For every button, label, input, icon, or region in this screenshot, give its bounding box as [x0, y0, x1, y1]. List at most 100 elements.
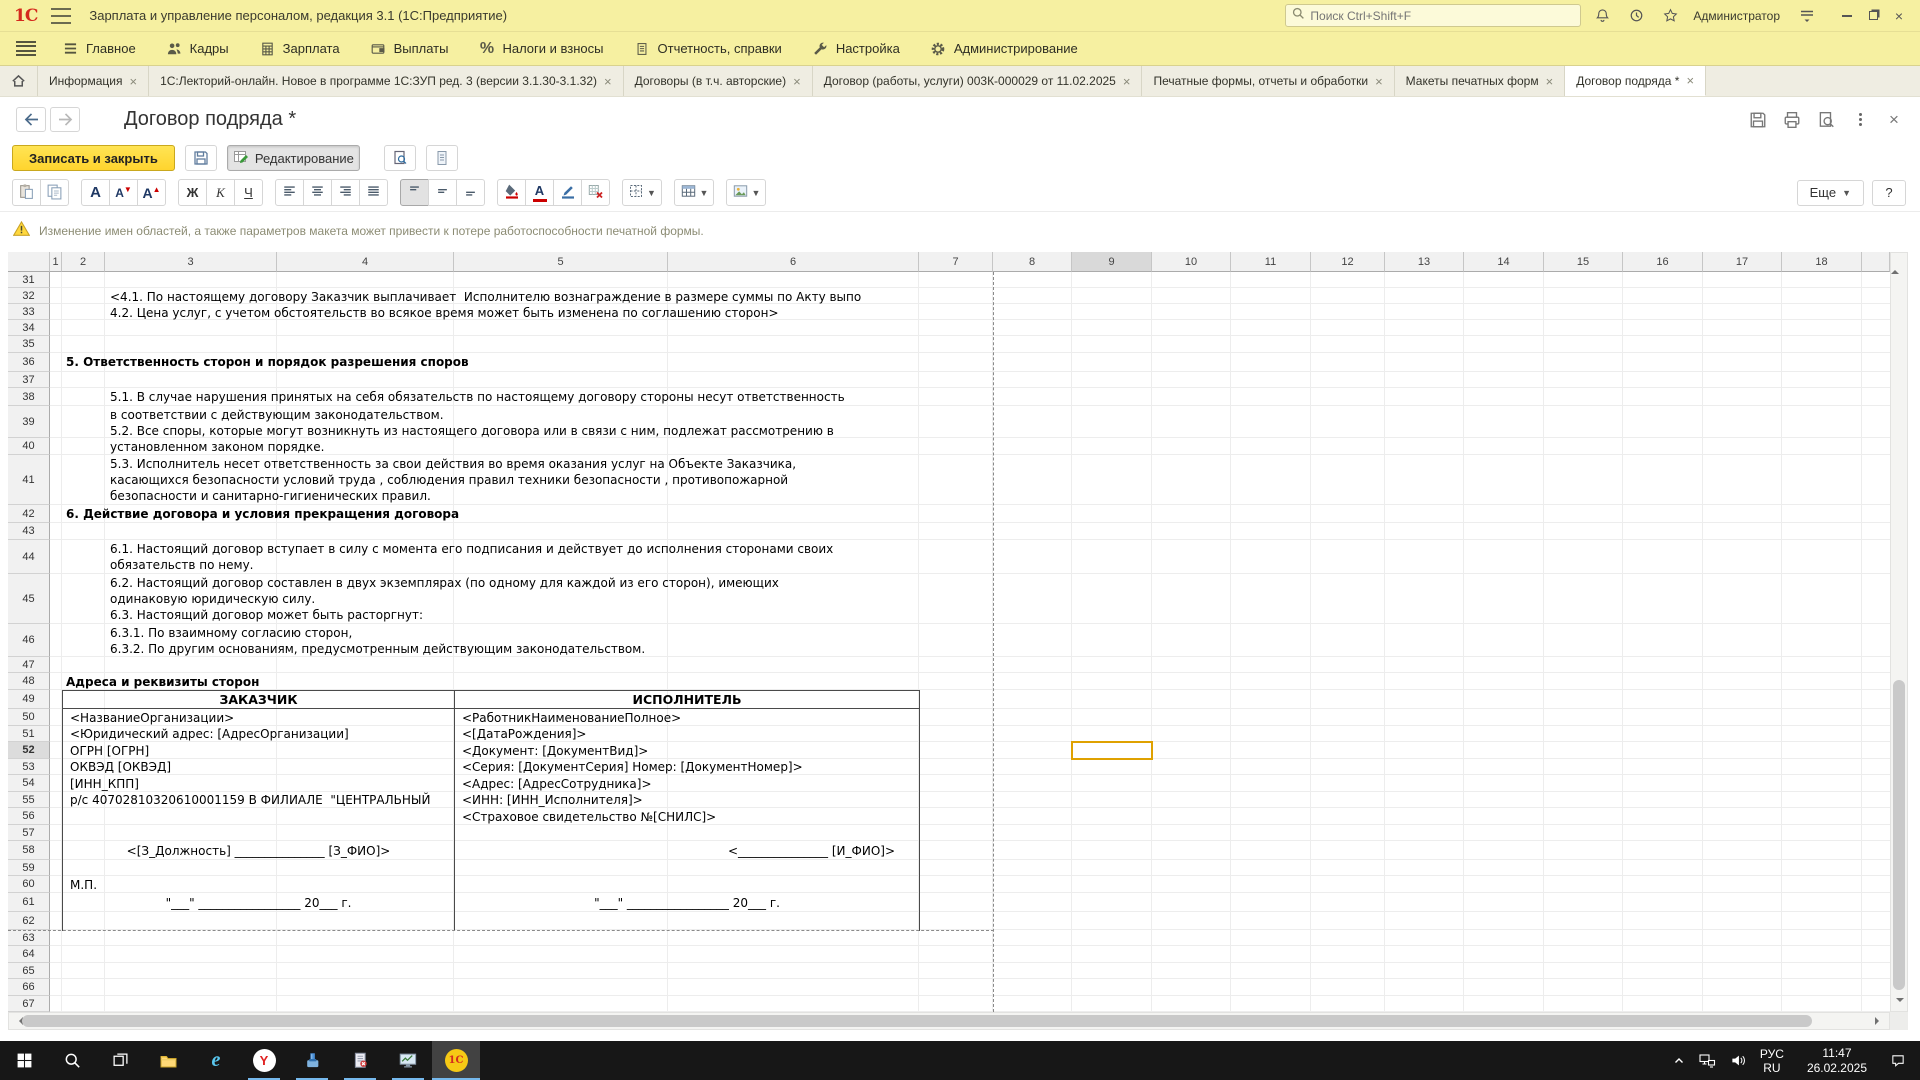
restore-button[interactable]: [1860, 5, 1886, 27]
sheet-row[interactable]: 55р/с 40702810320610001159 В ФИЛИАЛЕ "ЦЕ…: [8, 792, 1890, 808]
sections-menu-icon[interactable]: [16, 41, 36, 56]
sheet-row[interactable]: 32<4.1. По настоящему договору Заказчик …: [8, 288, 1890, 304]
tab-1[interactable]: Информация×: [38, 66, 149, 96]
menu-item-wallet[interactable]: Выплаты: [370, 40, 449, 57]
preview-icon[interactable]: [1814, 109, 1838, 131]
row-header-42[interactable]: 42: [8, 505, 50, 523]
taskbar-app-blue-button[interactable]: [288, 1041, 336, 1080]
column-header-11[interactable]: 11: [1231, 252, 1311, 272]
sheet-row[interactable]: 40установленном законом порядке.: [8, 438, 1890, 455]
more-dots-icon[interactable]: [1848, 109, 1872, 131]
table-cell-right[interactable]: [455, 912, 919, 930]
row-header-32[interactable]: 32: [8, 288, 50, 304]
volume-icon[interactable]: [1723, 1041, 1753, 1080]
copy-button[interactable]: [40, 179, 69, 206]
scroll-up-arrow[interactable]: [1891, 249, 1899, 274]
row-header-31[interactable]: 31: [8, 272, 50, 288]
column-header-12[interactable]: 12: [1311, 252, 1385, 272]
row-header-41[interactable]: 41: [8, 455, 50, 505]
table-cell-right[interactable]: <Страховое свидетельство №[СНИЛС]>: [455, 808, 919, 825]
taskbar-app-monitor-button[interactable]: [384, 1041, 432, 1080]
column-header-8[interactable]: 8: [993, 252, 1072, 272]
scroll-right-arrow[interactable]: [1875, 1017, 1883, 1025]
sheet-row[interactable]: 60М.П.: [8, 876, 1890, 893]
fill-color-button[interactable]: [497, 179, 526, 206]
table-cell-right[interactable]: ИСПОЛНИТЕЛЬ: [455, 690, 919, 709]
sheet-row[interactable]: 66: [8, 979, 1890, 996]
minimize-button[interactable]: [1834, 5, 1860, 27]
table-cell-right[interactable]: "___" _________________ 20___ г.: [455, 893, 919, 912]
sheet-row[interactable]: 446.1. Настоящий договор вступает в силу…: [8, 540, 1890, 574]
font-smaller-button[interactable]: A▼: [109, 179, 138, 206]
history-icon[interactable]: [1623, 5, 1649, 27]
close-window-button[interactable]: ×: [1886, 5, 1912, 27]
row-header-55[interactable]: 55: [8, 792, 50, 808]
row-header-46[interactable]: 46: [8, 624, 50, 657]
current-user[interactable]: Администратор: [1693, 9, 1780, 23]
borders-button[interactable]: ▼: [622, 179, 662, 206]
sheet-row[interactable]: 385.1. В случае нарушения принятых на се…: [8, 388, 1890, 406]
menu-item-menu-lines[interactable]: Главное: [62, 40, 136, 57]
menu-item-wrench[interactable]: Настройка: [812, 40, 900, 57]
global-search[interactable]: [1285, 4, 1581, 27]
taskbar-app-doc-button[interactable]: [336, 1041, 384, 1080]
row-header-47[interactable]: 47: [8, 657, 50, 673]
vertical-scroll-thumb[interactable]: [1893, 680, 1905, 990]
tab-4[interactable]: Договор (работы, услуги) 003К-000029 от …: [813, 66, 1143, 96]
italic-button[interactable]: К: [206, 179, 235, 206]
row-header-65[interactable]: 65: [8, 963, 50, 979]
column-header-5[interactable]: 5: [454, 252, 668, 272]
valign-bottom-button[interactable]: [456, 179, 485, 206]
row-header-51[interactable]: 51: [8, 726, 50, 742]
sheet-row[interactable]: 31: [8, 272, 1890, 288]
sheet-row[interactable]: 62: [8, 912, 1890, 930]
font-larger-button[interactable]: A▲: [137, 179, 166, 206]
row-header-39[interactable]: 39: [8, 406, 50, 438]
table-cell-left[interactable]: [ИНН_КПП]: [63, 775, 454, 792]
horizontal-scroll-thumb[interactable]: [22, 1015, 1812, 1027]
sheet-row[interactable]: 63: [8, 930, 1890, 946]
table-cell-left[interactable]: [63, 860, 454, 876]
column-header-18[interactable]: 18: [1782, 252, 1862, 272]
edit-mode-toggle[interactable]: Редактирование: [227, 145, 360, 171]
table-cell-right[interactable]: <_______________ [И_ФИО]>: [455, 841, 919, 860]
sheet-row[interactable]: 64: [8, 946, 1890, 963]
row-header-44[interactable]: 44: [8, 540, 50, 574]
tab-close-icon[interactable]: ×: [793, 74, 801, 89]
sheet-row[interactable]: 49ЗАКАЗЧИКИСПОЛНИТЕЛЬ: [8, 690, 1890, 709]
table-cell-right[interactable]: <Серия: [ДокументСерия] Номер: [Документ…: [455, 759, 919, 775]
row-header-53[interactable]: 53: [8, 759, 50, 775]
network-icon[interactable]: [1692, 1041, 1723, 1080]
column-header-9[interactable]: 9: [1072, 252, 1152, 272]
row-header-38[interactable]: 38: [8, 388, 50, 406]
menu-item-people[interactable]: Кадры: [166, 40, 229, 57]
column-header-17[interactable]: 17: [1703, 252, 1782, 272]
sheet-row[interactable]: 53ОКВЭД [ОКВЭД]<Серия: [ДокументСерия] Н…: [8, 759, 1890, 775]
sheet-row[interactable]: 43: [8, 523, 1890, 540]
template-sheet[interactable]: 123456789101112131415161718 3132<4.1. По…: [8, 252, 1890, 1012]
sheet-row[interactable]: 426. Действие договора и условия прекращ…: [8, 505, 1890, 523]
row-header-63[interactable]: 63: [8, 930, 50, 946]
table-cell-right[interactable]: [455, 825, 919, 841]
underline-button[interactable]: Ч: [234, 179, 263, 206]
help-button[interactable]: ?: [1872, 180, 1906, 206]
table-cell-left[interactable]: ОГРН [ОГРН]: [63, 742, 454, 759]
sheet-row[interactable]: 415.3. Исполнитель несет ответственность…: [8, 455, 1890, 505]
taskbar-explorer-button[interactable]: [144, 1041, 192, 1080]
row-header-40[interactable]: 40: [8, 438, 50, 455]
menu-item-report[interactable]: Отчетность, справки: [634, 40, 782, 57]
row-header-64[interactable]: 64: [8, 946, 50, 963]
row-header-49[interactable]: 49: [8, 690, 50, 709]
tab-close-icon[interactable]: ×: [1686, 73, 1694, 88]
tab-3[interactable]: Договоры (в т.ч. авторские)×: [624, 66, 813, 96]
font-button[interactable]: A: [81, 179, 110, 206]
clear-format-button[interactable]: [581, 179, 610, 206]
table-cell-right[interactable]: <Документ: [ДокументВид]>: [455, 742, 919, 759]
save-icon[interactable]: [1746, 109, 1770, 131]
row-header-66[interactable]: 66: [8, 979, 50, 996]
menu-item-calc[interactable]: Зарплата: [259, 40, 340, 57]
action-center-icon[interactable]: [1883, 1041, 1920, 1080]
table-cell-right[interactable]: [455, 876, 919, 893]
table-cell-left[interactable]: <Юридический адрес: [АдресОрганизации]: [63, 726, 454, 742]
table-cell-right[interactable]: <ИНН: [ИНН_Исполнителя]>: [455, 792, 919, 808]
